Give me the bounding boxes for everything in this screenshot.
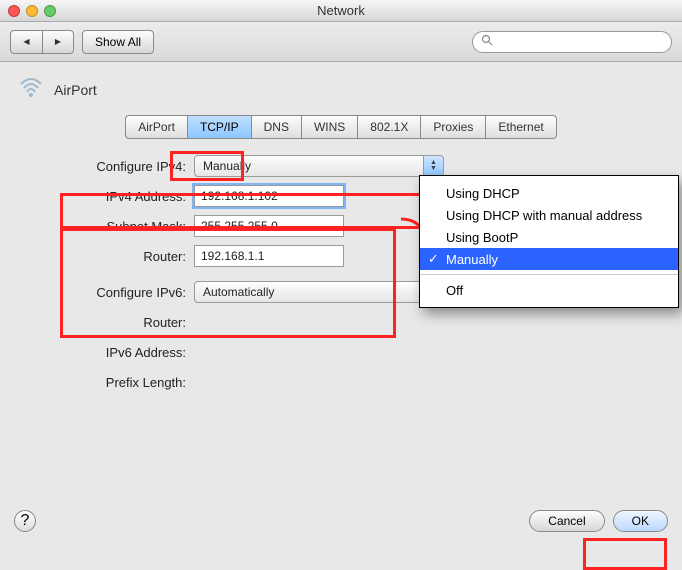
annotation-highlight xyxy=(583,538,667,570)
interface-name: AirPort xyxy=(54,82,97,98)
tab-tcpip[interactable]: TCP/IP xyxy=(187,115,251,139)
configure-ipv6-select[interactable]: Automatically ▲▼ xyxy=(194,281,444,303)
forward-icon: ▶ xyxy=(55,37,61,46)
configure-ipv4-select[interactable]: Manually ▲▼ xyxy=(194,155,444,177)
menu-item[interactable]: Manually xyxy=(420,248,678,270)
menu-item[interactable]: Off xyxy=(420,279,678,301)
configure-ipv4-label: Configure IPv4: xyxy=(54,159,194,174)
ipv4-router-input[interactable] xyxy=(194,245,344,267)
configure-ipv6-value: Automatically xyxy=(203,285,274,299)
menu-item[interactable]: Using DHCP xyxy=(420,182,678,204)
menu-divider xyxy=(420,274,678,275)
tab-8021x[interactable]: 802.1X xyxy=(357,115,420,139)
help-icon: ? xyxy=(21,512,30,530)
dropdown-stepper-icon: ▲▼ xyxy=(423,156,443,176)
window-title: Network xyxy=(0,3,682,18)
window-titlebar: Network xyxy=(0,0,682,22)
ipv6-router-label: Router: xyxy=(54,315,194,330)
configure-ipv4-value: Manually xyxy=(203,159,251,173)
ipv4-router-label: Router: xyxy=(54,249,194,264)
footer: ? Cancel OK xyxy=(14,510,668,532)
menu-item[interactable]: Using DHCP with manual address xyxy=(420,204,678,226)
menu-item[interactable]: Using BootP xyxy=(420,226,678,248)
tab-ethernet[interactable]: Ethernet xyxy=(485,115,556,139)
airport-icon xyxy=(18,76,44,103)
nav-segment: ◀ ▶ xyxy=(10,30,74,54)
ipv6-address-row: IPv6 Address: xyxy=(54,337,628,367)
toolbar: ◀ ▶ Show All xyxy=(0,22,682,62)
tab-airport[interactable]: AirPort xyxy=(125,115,187,139)
help-button[interactable]: ? xyxy=(14,510,36,532)
search-field[interactable] xyxy=(472,31,672,53)
prefix-length-label: Prefix Length: xyxy=(54,375,194,390)
subnet-mask-input[interactable] xyxy=(194,215,344,237)
prefix-length-row: Prefix Length: xyxy=(54,367,628,397)
show-all-button[interactable]: Show All xyxy=(82,30,154,54)
tab-dns[interactable]: DNS xyxy=(251,115,301,139)
tab-bar: AirPortTCP/IPDNSWINS802.1XProxiesEtherne… xyxy=(14,115,668,139)
subnet-mask-label: Subnet Mask: xyxy=(54,219,194,234)
configure-ipv4-popup[interactable]: Using DHCPUsing DHCP with manual address… xyxy=(419,175,679,308)
configure-ipv6-label: Configure IPv6: xyxy=(54,285,194,300)
back-button[interactable]: ◀ xyxy=(10,30,42,54)
forward-button[interactable]: ▶ xyxy=(42,30,74,54)
cancel-button[interactable]: Cancel xyxy=(529,510,604,532)
back-icon: ◀ xyxy=(23,37,29,46)
interface-header: AirPort xyxy=(14,70,668,113)
ipv6-address-label: IPv6 Address: xyxy=(54,345,194,360)
tab-proxies[interactable]: Proxies xyxy=(420,115,485,139)
ipv4-address-input[interactable] xyxy=(194,185,344,207)
ipv4-address-label: IPv4 Address: xyxy=(54,189,194,204)
search-icon xyxy=(481,34,493,49)
ok-button[interactable]: OK xyxy=(613,510,668,532)
ipv6-router-row: Router: xyxy=(54,307,628,337)
tab-wins[interactable]: WINS xyxy=(301,115,357,139)
